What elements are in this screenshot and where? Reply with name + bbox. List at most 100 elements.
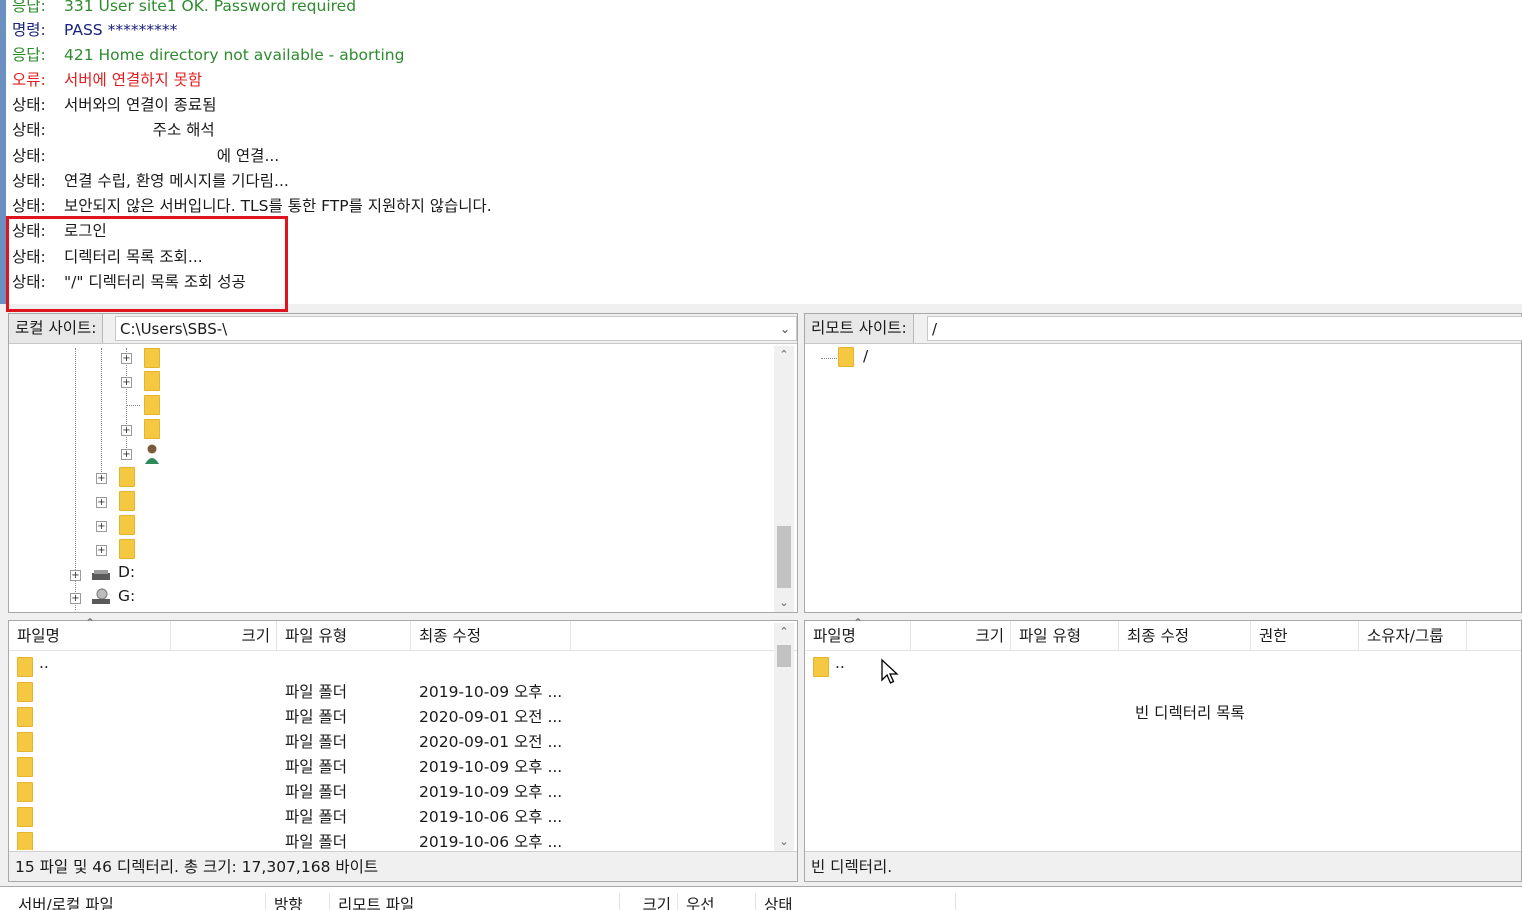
redacted-filenames (41, 677, 263, 853)
local-path-combo[interactable]: C:\Users\SBS-\ ⌄ (115, 316, 797, 341)
drive-label[interactable]: G: (118, 587, 135, 605)
tree-line (821, 358, 837, 359)
expand-icon[interactable]: + (121, 425, 132, 436)
remote-tree-pane: 리모트 사이트: / / (804, 313, 1522, 613)
folder-icon (17, 832, 33, 850)
column-status[interactable]: 상태 (756, 893, 956, 910)
column-server-local-file[interactable]: 서버/로컬 파일 (10, 893, 266, 910)
column-owner-group[interactable]: 소유자/그룹 (1359, 621, 1467, 651)
drive-label[interactable]: D: (118, 563, 135, 581)
parent-dir-label: .. (835, 654, 845, 672)
chevron-up-icon[interactable]: ⌃ (774, 346, 794, 364)
folder-icon (17, 807, 33, 827)
folder-icon (17, 757, 33, 777)
log-line: 상태: 보안되지 않은 서버입니다. TLS를 통한 FTP를 지원하지 않습니다… (12, 194, 492, 218)
drive-icon[interactable] (91, 566, 111, 582)
remote-path-value: / (932, 320, 938, 338)
column-size[interactable]: 크기 (620, 893, 678, 910)
log-message: 서버에 연결하지 못함 (64, 71, 203, 89)
folder-icon[interactable] (119, 467, 135, 487)
column-filetype[interactable]: 파일 유형 (1011, 621, 1119, 651)
folder-icon[interactable] (144, 419, 160, 439)
scroll-thumb[interactable] (777, 645, 791, 667)
network-drive-icon[interactable] (91, 588, 111, 606)
expand-icon[interactable]: + (70, 570, 81, 581)
column-permissions[interactable]: 권한 (1251, 621, 1359, 651)
expand-icon[interactable]: + (96, 497, 107, 508)
column-filetype[interactable]: 파일 유형 (277, 621, 411, 651)
expand-icon[interactable]: + (121, 377, 132, 388)
parent-dir-label: .. (39, 654, 49, 672)
expand-icon[interactable]: + (96, 521, 107, 532)
folder-icon[interactable] (119, 491, 135, 511)
folder-icon[interactable] (119, 539, 135, 559)
vertical-scrollbar[interactable]: ⌃ ⌄ (774, 346, 794, 612)
remote-path-input[interactable]: / (927, 316, 1522, 341)
local-file-list: 파일명 ⌃ 크기 파일 유형 최종 수정 .. 파일 폴더 2019-10-09… (8, 616, 798, 882)
expand-icon[interactable]: + (121, 353, 132, 364)
mouse-cursor-icon (881, 658, 899, 684)
user-folder-icon[interactable] (143, 443, 161, 465)
column-priority[interactable]: 우선 (678, 893, 756, 910)
log-label: 응답: (12, 46, 46, 64)
sort-ascending-icon: ⌃ (85, 616, 96, 630)
chevron-down-icon[interactable]: ⌄ (774, 594, 794, 612)
vertical-scrollbar[interactable]: ⌃ ⌄ (774, 623, 794, 851)
log-message: 주소 해석 (64, 121, 215, 139)
cell-modified: 2019-10-09 오후 ... (419, 683, 563, 701)
folder-icon[interactable] (838, 347, 854, 367)
column-modified[interactable]: 최종 수정 (411, 621, 571, 651)
remote-list-header: 파일명 ⌃ 크기 파일 유형 최종 수정 권한 소유자/그룹 (805, 616, 1521, 651)
remote-site-label: 리모트 사이트: (805, 314, 914, 343)
folder-icon[interactable] (119, 515, 135, 535)
cell-modified: 2020-09-01 오전 ... (419, 733, 563, 751)
file-row-parent[interactable]: .. (805, 654, 1521, 680)
expand-icon[interactable]: + (121, 449, 132, 460)
log-label: 상태: (12, 96, 46, 114)
local-site-label: 로컬 사이트: (9, 314, 104, 343)
local-site-bar: 로컬 사이트: C:\Users\SBS-\ ⌄ (9, 314, 797, 344)
cell-filetype: 파일 폴더 (285, 808, 347, 826)
transfer-queue-header: 서버/로컬 파일 방향 리모트 파일 크기 우선 상태 (0, 886, 1522, 910)
cell-filetype: 파일 폴더 (285, 833, 347, 850)
column-modified[interactable]: 최종 수정 (1119, 621, 1251, 651)
log-label: 상태: (12, 121, 46, 139)
column-remote-file[interactable]: 리모트 파일 (330, 893, 620, 910)
log-label: 명령: (12, 21, 46, 39)
expand-icon[interactable]: + (96, 473, 107, 484)
chevron-down-icon[interactable]: ⌄ (778, 320, 792, 338)
column-size[interactable]: 크기 (911, 621, 1011, 651)
log-line: 응답: 421 Home directory not available - ab… (12, 43, 404, 67)
chevron-down-icon[interactable]: ⌄ (774, 833, 794, 851)
log-label: 응답: (12, 0, 46, 15)
local-status: 15 파일 및 46 디렉터리. 총 크기: 17,307,168 바이트 (9, 851, 797, 881)
column-direction[interactable]: 방향 (266, 893, 330, 910)
expand-icon[interactable]: + (70, 593, 81, 604)
log-message: 에 연결... (64, 147, 280, 165)
chevron-up-icon[interactable]: ⌃ (774, 623, 794, 641)
remote-root-label[interactable]: / (863, 347, 868, 365)
cell-modified: 2019-10-06 오후 ... (419, 833, 563, 850)
log-message: 331 User site1 OK. Password required (64, 0, 357, 15)
folder-icon[interactable] (144, 371, 160, 391)
local-path-value: C:\Users\SBS-\ (120, 320, 228, 338)
tree-line (126, 405, 140, 406)
local-list-header: 파일명 ⌃ 크기 파일 유형 최종 수정 (9, 616, 797, 651)
folder-icon (813, 657, 829, 677)
log-message: 서버와의 연결이 종료됨 (64, 96, 217, 114)
folder-icon[interactable] (144, 395, 160, 415)
cell-modified: 2019-10-09 오후 ... (419, 783, 563, 801)
tree-line (101, 348, 102, 478)
log-message: 연결 수립, 환영 메시지를 기다림... (64, 172, 289, 190)
folder-icon[interactable] (144, 348, 160, 368)
scroll-thumb[interactable] (777, 526, 791, 588)
expand-icon[interactable]: + (96, 545, 107, 556)
cell-filetype: 파일 폴더 (285, 683, 347, 701)
remote-file-list: 파일명 ⌃ 크기 파일 유형 최종 수정 권한 소유자/그룹 .. 빈 디렉터리… (804, 616, 1522, 882)
folder-icon (17, 682, 33, 702)
cell-filetype: 파일 폴더 (285, 758, 347, 776)
log-label: 상태: (12, 197, 46, 215)
folder-icon (17, 782, 33, 802)
log-line: 오류: 서버에 연결하지 못함 (12, 68, 202, 92)
column-size[interactable]: 크기 (171, 621, 277, 651)
